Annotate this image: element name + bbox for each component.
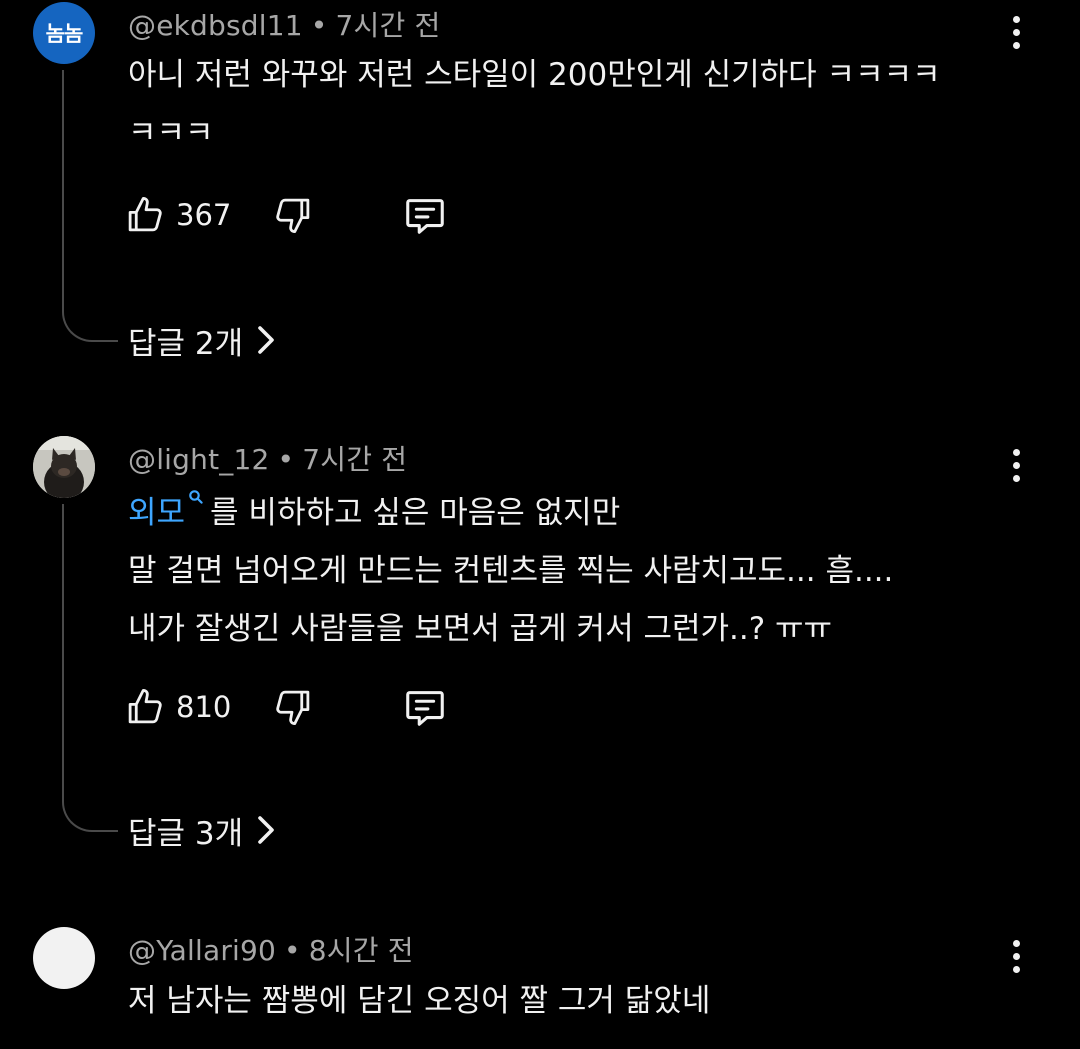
- reply-button[interactable]: [402, 682, 448, 732]
- timestamp[interactable]: 7시간 전: [335, 9, 440, 42]
- dislike-button[interactable]: [272, 682, 314, 732]
- cat-photo-avatar: [33, 436, 95, 498]
- search-icon: [189, 490, 203, 504]
- comment-line: ㅋㅋㅋ: [128, 115, 214, 151]
- comment-line: 말 걸면 넘어오게 만드는 컨텐츠를 찍는 사람치고도... 흠....: [128, 553, 894, 589]
- like-button[interactable]: 810: [124, 682, 231, 732]
- separator-dot: •: [284, 934, 301, 967]
- view-replies-button[interactable]: 답글 3개: [128, 808, 275, 852]
- avatar[interactable]: [33, 927, 95, 989]
- more-options-icon[interactable]: [998, 443, 1034, 487]
- dislike-icon: [276, 690, 310, 726]
- search-link[interactable]: 외모: [128, 495, 185, 531]
- comment-meta: @Yallari90 • 8시간 전: [128, 929, 414, 969]
- replies-label: 답글 3개: [128, 815, 244, 852]
- like-count: 367: [176, 198, 232, 232]
- reply-icon: [406, 199, 444, 234]
- like-count: 810: [176, 690, 232, 724]
- like-icon: [128, 688, 162, 724]
- author-name[interactable]: @Yallari90: [128, 934, 276, 967]
- separator-dot: •: [310, 9, 328, 42]
- view-replies-button[interactable]: 답글 2개: [128, 318, 275, 362]
- comment-line-rest: 를 비하하고 싶은 마음은 없지만: [210, 495, 621, 531]
- avatar[interactable]: 놈놈: [33, 2, 95, 64]
- comment-text: 외모 를 비하하고 싶은 마음은 없지만 말 걸면 넘어오게 만드는 컨텐츠를 찍…: [128, 484, 1008, 658]
- comment-meta: @light_12 • 7시간 전: [128, 438, 407, 478]
- author-name[interactable]: @light_12: [128, 443, 270, 476]
- chevron-right-icon: [258, 816, 274, 844]
- separator-dot: •: [277, 443, 295, 476]
- comment-line: 내가 잘생긴 사람들을 보면서 곱게 커서 그런가..? ㅠㅠ: [128, 611, 833, 647]
- like-button[interactable]: 367: [124, 190, 231, 240]
- author-name[interactable]: @ekdbsdl11: [128, 9, 303, 42]
- comments-page: 놈놈 @ekdbsdl11 • 7시간 전 아니 저런 와꾸와 저런 스타일이 20…: [0, 0, 1080, 1049]
- avatar[interactable]: [33, 436, 95, 498]
- reply-icon: [406, 691, 444, 726]
- comment-text: 저 남자는 짬뽕에 담긴 오징어 짤 그거 닮았네: [128, 972, 1008, 1030]
- comment-line: 아니 저런 와꾸와 저런 스타일이 200만인게 신기하다 ㅋㅋㅋㅋ: [128, 57, 941, 93]
- reply-button[interactable]: [402, 190, 448, 240]
- comment-line: 외모 를 비하하고 싶은 마음은 없지만: [128, 484, 1008, 542]
- comment-meta: @ekdbsdl11 • 7시간 전: [128, 4, 440, 44]
- like-icon: [128, 196, 162, 232]
- dislike-icon: [276, 198, 310, 234]
- chevron-right-icon: [258, 326, 274, 354]
- dislike-button[interactable]: [272, 190, 314, 240]
- timestamp[interactable]: 8시간 전: [309, 934, 414, 967]
- thread-line: [62, 70, 118, 342]
- comment-text: 아니 저런 와꾸와 저런 스타일이 200만인게 신기하다 ㅋㅋㅋㅋ ㅋㅋㅋ: [128, 46, 1008, 162]
- replies-label: 답글 2개: [128, 325, 244, 362]
- thread-line: [62, 504, 118, 832]
- timestamp[interactable]: 7시간 전: [302, 443, 407, 476]
- comment-line: 저 남자는 짬뽕에 담긴 오징어 짤 그거 닮았네: [128, 983, 711, 1019]
